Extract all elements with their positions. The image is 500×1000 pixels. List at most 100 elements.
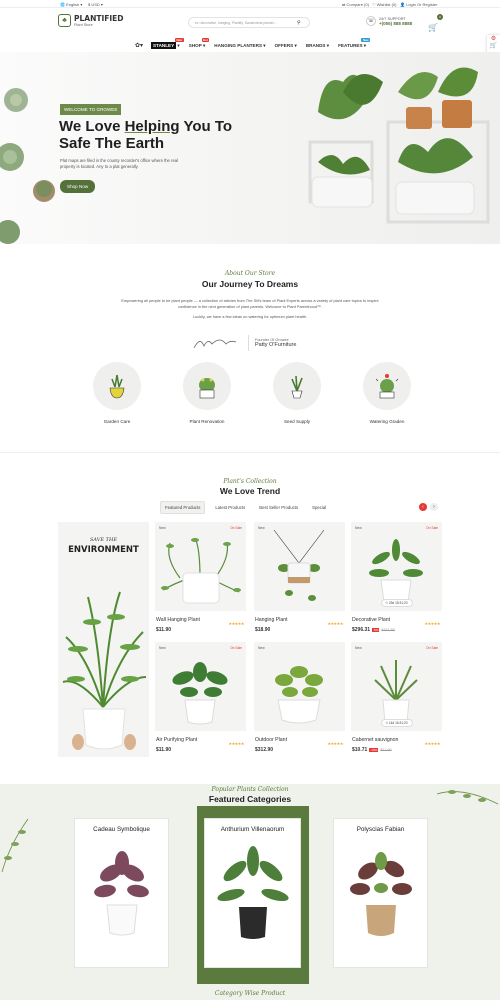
wishlist-link[interactable]: ♡ Wishlist (0): [372, 2, 396, 7]
plant-image: [369, 539, 423, 605]
header: ♣ PLANTIFIED Plant Store ex: decorative,…: [0, 8, 500, 61]
nav-stanley[interactable]: STANLEY ▾ New: [151, 37, 184, 49]
new-badge: New: [258, 526, 265, 530]
category-card-cadeau[interactable]: Cadeau Symbolique: [74, 818, 169, 968]
banner-small-text: SAVE THE: [90, 537, 117, 543]
nav-shop[interactable]: SHOP ▾ Hot: [189, 37, 210, 49]
hero-title: We Love Helping You To Safe The Earth: [59, 118, 233, 152]
sale-badge: On Sale: [426, 526, 438, 530]
product-card[interactable]: New On Sale Wall Hanging Plant $11.90 ★★★★★: [155, 522, 246, 635]
plant-image: [374, 660, 418, 725]
product-card[interactable]: New On Sale Air Purifying Plant $11.90 ★★★★★: [155, 642, 246, 755]
rating-stars-icon: ★★★★★: [228, 622, 244, 626]
product-price: $312.90: [255, 747, 274, 753]
sale-badge: On Sale: [230, 646, 242, 650]
trend-header: Plant's Collection We Love Trend: [0, 478, 500, 496]
nav-offers[interactable]: OFFERS ▾: [275, 43, 297, 49]
currency-selector[interactable]: $ USD ▾: [88, 2, 103, 7]
search-input[interactable]: ex: decorative, hanging, Plantify, Sanse…: [189, 21, 297, 25]
tab-special[interactable]: Special: [308, 502, 330, 513]
settings-gear-icon[interactable]: ⚙: [487, 35, 500, 42]
polyscias-plant-image: [350, 852, 412, 936]
tab-latest[interactable]: Latest Products: [211, 502, 249, 513]
cactus-icon: [183, 362, 231, 410]
old-price: $11.90: [380, 748, 392, 752]
hero-description: Plat maps are filed in the county record…: [60, 158, 179, 169]
about-section: About Our Store Our Journey To Dreams Em…: [0, 270, 500, 319]
product-price: $296.31 -5% $311.80: [352, 627, 395, 633]
anthurium-plant-image: [217, 846, 289, 939]
divider: [0, 452, 500, 453]
nav-home-icon[interactable]: ✿▾: [135, 42, 143, 49]
nav-brands[interactable]: BRANDS ▾: [306, 43, 329, 49]
product-card[interactable]: New Outdoor Plant $312.90 ★★★★★: [254, 642, 345, 755]
support-phone[interactable]: +(055) 888 8888: [379, 21, 412, 26]
rating-stars-icon: ★★★★★: [424, 622, 440, 626]
calathea-plant-image: [94, 851, 149, 936]
nav-hanging-planters[interactable]: HANGING PLANTERS ▾: [214, 43, 265, 49]
next-arrow-icon[interactable]: ›: [430, 503, 438, 511]
product-price: $11.90: [156, 627, 172, 633]
countdown-timer: ⏱ 14d 16:31:20: [380, 719, 413, 727]
service-label: Seed Supply: [283, 419, 311, 424]
trend-title: We Love Trend: [219, 486, 281, 496]
service-seed-supply[interactable]: Seed Supply: [262, 362, 332, 424]
product-image[interactable]: New On Sale: [155, 522, 246, 611]
category-name: Polyscias Fabian: [356, 826, 405, 833]
category-name: Anthurium Villenaorum: [220, 826, 285, 833]
old-price: $311.80: [381, 628, 395, 632]
countdown-timer: ⏱ 29d 15:31:20: [380, 599, 413, 607]
leaf-decoration-left: [1, 818, 29, 873]
product-price: $18.90: [255, 627, 271, 633]
search-bar: ex: decorative, hanging, Plantify, Sanse…: [188, 17, 310, 28]
plant-image: [275, 666, 323, 724]
sale-badge: On Sale: [426, 646, 438, 650]
product-card[interactable]: New Hanging Plant $18.90 ★★★★★: [254, 522, 345, 635]
category-card-anthurium[interactable]: Anthurium Villenaorum: [204, 818, 301, 968]
product-card[interactable]: New On Sale ⏱ 29d 15:31:20 Decorative Plant…: [351, 522, 442, 635]
plant-pot-icon: [93, 362, 141, 410]
nav-features[interactable]: FEATURES ▾ New: [338, 37, 371, 49]
category-name: Cadeau Symbolique: [93, 826, 150, 833]
language-selector[interactable]: 🌐 English ▾: [60, 2, 82, 7]
tab-featured[interactable]: Featured Products: [160, 501, 206, 514]
category-wise-script: Category Wise Product: [214, 990, 286, 997]
cart-side-icon[interactable]: 🛒: [487, 42, 500, 49]
prev-arrow-icon[interactable]: ‹: [419, 503, 427, 511]
logo-subtitle: Plant Store: [74, 23, 93, 27]
tab-best-seller[interactable]: Best Seller Products: [255, 502, 302, 513]
product-card[interactable]: New On Sale ⏱ 14d 16:31:20 Cabernet sauvign…: [351, 642, 442, 755]
logo[interactable]: ♣ PLANTIFIED Plant Store: [58, 14, 124, 27]
environment-banner[interactable]: SAVE THE ENVIRONMENT: [58, 522, 149, 757]
watering-cactus-icon: [363, 362, 411, 410]
new-badge: New: [159, 646, 166, 650]
shop-now-button[interactable]: Shop Now: [60, 180, 96, 193]
rating-stars-icon: ★★★★★: [327, 742, 343, 746]
headset-icon: ☏: [366, 16, 376, 26]
main-nav: ✿▾ STANLEY ▾ New SHOP ▾ Hot HANGING PLANTE…: [135, 37, 375, 49]
product-image[interactable]: New: [254, 642, 345, 731]
carousel-arrows: ‹ ›: [419, 503, 438, 511]
product-image[interactable]: New On Sale: [155, 642, 246, 731]
account-link[interactable]: 👤 Login Or Register: [400, 2, 437, 7]
search-icon[interactable]: ⚲: [297, 20, 301, 26]
product-image[interactable]: New On Sale ⏱ 29d 15:31:20: [351, 522, 442, 611]
plant-image: [172, 662, 228, 725]
cart-button[interactable]: 🛒 0: [428, 14, 443, 35]
product-image[interactable]: New On Sale ⏱ 14d 16:31:20: [351, 642, 442, 731]
signature-image: [193, 339, 237, 349]
product-image[interactable]: New: [254, 522, 345, 611]
cart-count: 0: [436, 14, 443, 20]
cactus-pot-decoration: [33, 180, 55, 202]
support-block: ☏ 24/7 SUPPORT +(055) 888 8888: [366, 16, 412, 26]
service-garden-care[interactable]: Garden Care: [82, 362, 152, 424]
service-plant-renovation[interactable]: Plant Renovation: [172, 362, 242, 424]
about-paragraph: Empowering all people to be plant people…: [121, 298, 379, 309]
rating-stars-icon: ★★★★★: [327, 622, 343, 626]
category-card-polyscias[interactable]: Polyscias Fabian: [333, 818, 428, 968]
service-label: Plant Renovation: [189, 419, 225, 424]
rating-stars-icon: ★★★★★: [424, 742, 440, 746]
compare-link[interactable]: ⇄ Compare (0): [342, 2, 369, 7]
categories-title: Featured Categories: [208, 794, 292, 804]
service-watering-garden[interactable]: Watering Graden: [352, 362, 422, 424]
